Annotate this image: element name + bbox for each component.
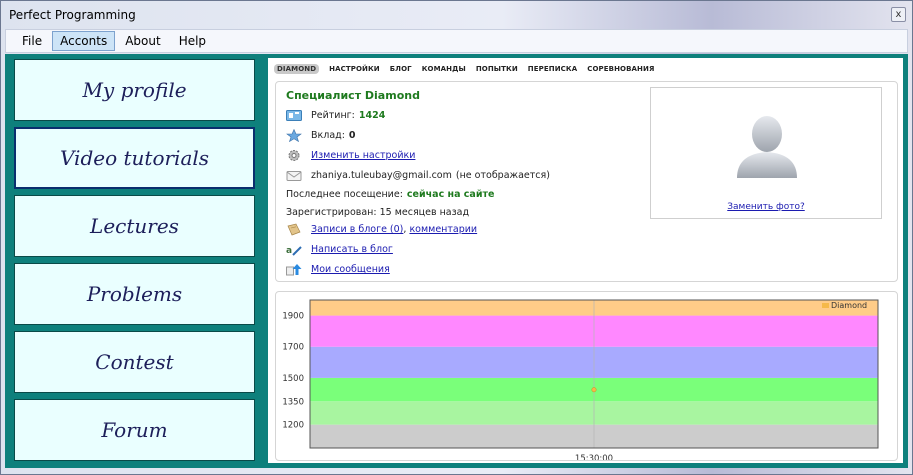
y-tick-label-3: 1700	[282, 343, 304, 353]
star-icon	[286, 129, 302, 142]
last-visit-label: Последнее посещение:	[286, 189, 403, 200]
tab-submissions[interactable]: ПОПЫТКИ	[476, 65, 518, 73]
settings-row: Изменить настройки	[286, 149, 415, 162]
tab-teams[interactable]: КОМАНДЫ	[422, 65, 466, 73]
last-visit-row: Последнее посещение: сейчас на сайте	[286, 189, 494, 200]
tab-blog[interactable]: БЛОГ	[390, 65, 412, 73]
write-blog-row: a Написать в блог	[286, 243, 393, 256]
email-note: (не отображается)	[455, 170, 550, 181]
rating-label: Рейтинг:	[311, 110, 355, 121]
nav-lectures-button[interactable]: Lectures	[14, 195, 255, 257]
last-visit-value: сейчас на сайте	[406, 189, 495, 200]
menu-about[interactable]: About	[117, 31, 168, 51]
pen-icon: a	[286, 246, 302, 256]
window-title: Perfect Programming	[9, 8, 136, 22]
profile-info-panel: Специалист Diamond Рейтинг: 1424 Вклад:	[275, 81, 898, 282]
contribution-label: Вклад:	[311, 130, 345, 141]
y-tick-label-4: 1900	[282, 312, 304, 322]
rating-chart: 1200 1350 1500 1700 1900 15:30:00 Diamond	[282, 299, 879, 464]
envelope-icon	[286, 171, 302, 181]
profile-tabs: DIAMOND НАСТРОЙКИ БЛОГ КОМАНДЫ ПОПЫТКИ П…	[274, 62, 664, 75]
email-row: zhaniya.tuleubay@gmail.com (не отображае…	[286, 169, 550, 182]
y-tick-label-0: 1200	[282, 421, 304, 431]
rating-chart-panel: 1200 1350 1500 1700 1900 15:30:00 Diamond	[275, 291, 898, 464]
menu-acconts[interactable]: Acconts	[52, 31, 116, 51]
client-area: My profile Video tutorials Lectures Prob…	[5, 54, 908, 468]
y-tick-label-1: 1350	[282, 397, 304, 407]
change-settings-link[interactable]: Изменить настройки	[311, 150, 415, 161]
y-tick-label-2: 1500	[282, 374, 304, 384]
tab-contests[interactable]: СОРЕВНОВАНИЯ	[587, 65, 654, 73]
nav-forum-button[interactable]: Forum	[14, 399, 255, 461]
write-blog-link[interactable]: Написать в блог	[311, 244, 393, 255]
tab-settings[interactable]: НАСТРОЙКИ	[329, 65, 380, 73]
app-window: Perfect Programming x File Acconts About…	[0, 0, 913, 475]
user-photo-box: Заменить фото?	[650, 87, 882, 219]
avatar-placeholder-icon	[737, 116, 797, 178]
menu-help[interactable]: Help	[171, 31, 214, 51]
change-photo-link[interactable]: Заменить фото?	[651, 202, 881, 212]
rating-row: Рейтинг: 1424	[286, 109, 385, 122]
x-tick-label: 15:30:00	[575, 454, 613, 460]
web-view: DIAMOND НАСТРОЙКИ БЛОГ КОМАНДЫ ПОПЫТКИ П…	[268, 58, 903, 464]
legend-swatch-0	[822, 303, 829, 308]
title-bar[interactable]: Perfect Programming x	[1, 1, 912, 29]
blog-icon	[287, 223, 301, 236]
svg-text:a: a	[286, 246, 292, 256]
legend-label-0: Diamond	[831, 301, 867, 310]
my-messages-link[interactable]: Мои сообщения	[311, 264, 390, 275]
tab-diamond[interactable]: DIAMOND	[274, 63, 320, 74]
user-rank-name: Специалист Diamond	[286, 89, 420, 102]
registered-row: Зарегистрирован: 15 месяцев назад	[286, 207, 469, 218]
rating-value: 1424	[358, 110, 386, 121]
rating-icon	[286, 110, 302, 121]
nav-contest-button[interactable]: Contest	[14, 331, 255, 393]
email-address: zhaniya.tuleubay@gmail.com	[311, 170, 452, 181]
menu-bar: File Acconts About Help	[5, 29, 908, 53]
tab-messages[interactable]: ПЕРЕПИСКА	[528, 65, 577, 73]
messages-row: Мои сообщения	[286, 263, 390, 276]
nav-video-tutorials-button[interactable]: Video tutorials	[14, 127, 255, 189]
data-point-0-0	[591, 387, 597, 393]
arrow-up-icon	[286, 264, 302, 276]
nav-my-profile-button[interactable]: My profile	[14, 59, 255, 121]
comments-link[interactable]: комментарии	[409, 224, 477, 235]
contribution-row: Вклад: 0	[286, 129, 356, 142]
registered-text: Зарегистрирован: 15 месяцев назад	[286, 207, 470, 218]
blog-entries-row: Записи в блоге (0) , комментарии	[286, 223, 477, 236]
gear-icon	[288, 150, 300, 161]
blog-entries-link[interactable]: Записи в блоге (0)	[311, 224, 403, 235]
contribution-value: 0	[348, 130, 356, 141]
menu-file[interactable]: File	[14, 31, 50, 51]
close-icon[interactable]: x	[891, 7, 906, 22]
nav-problems-button[interactable]: Problems	[14, 263, 255, 325]
